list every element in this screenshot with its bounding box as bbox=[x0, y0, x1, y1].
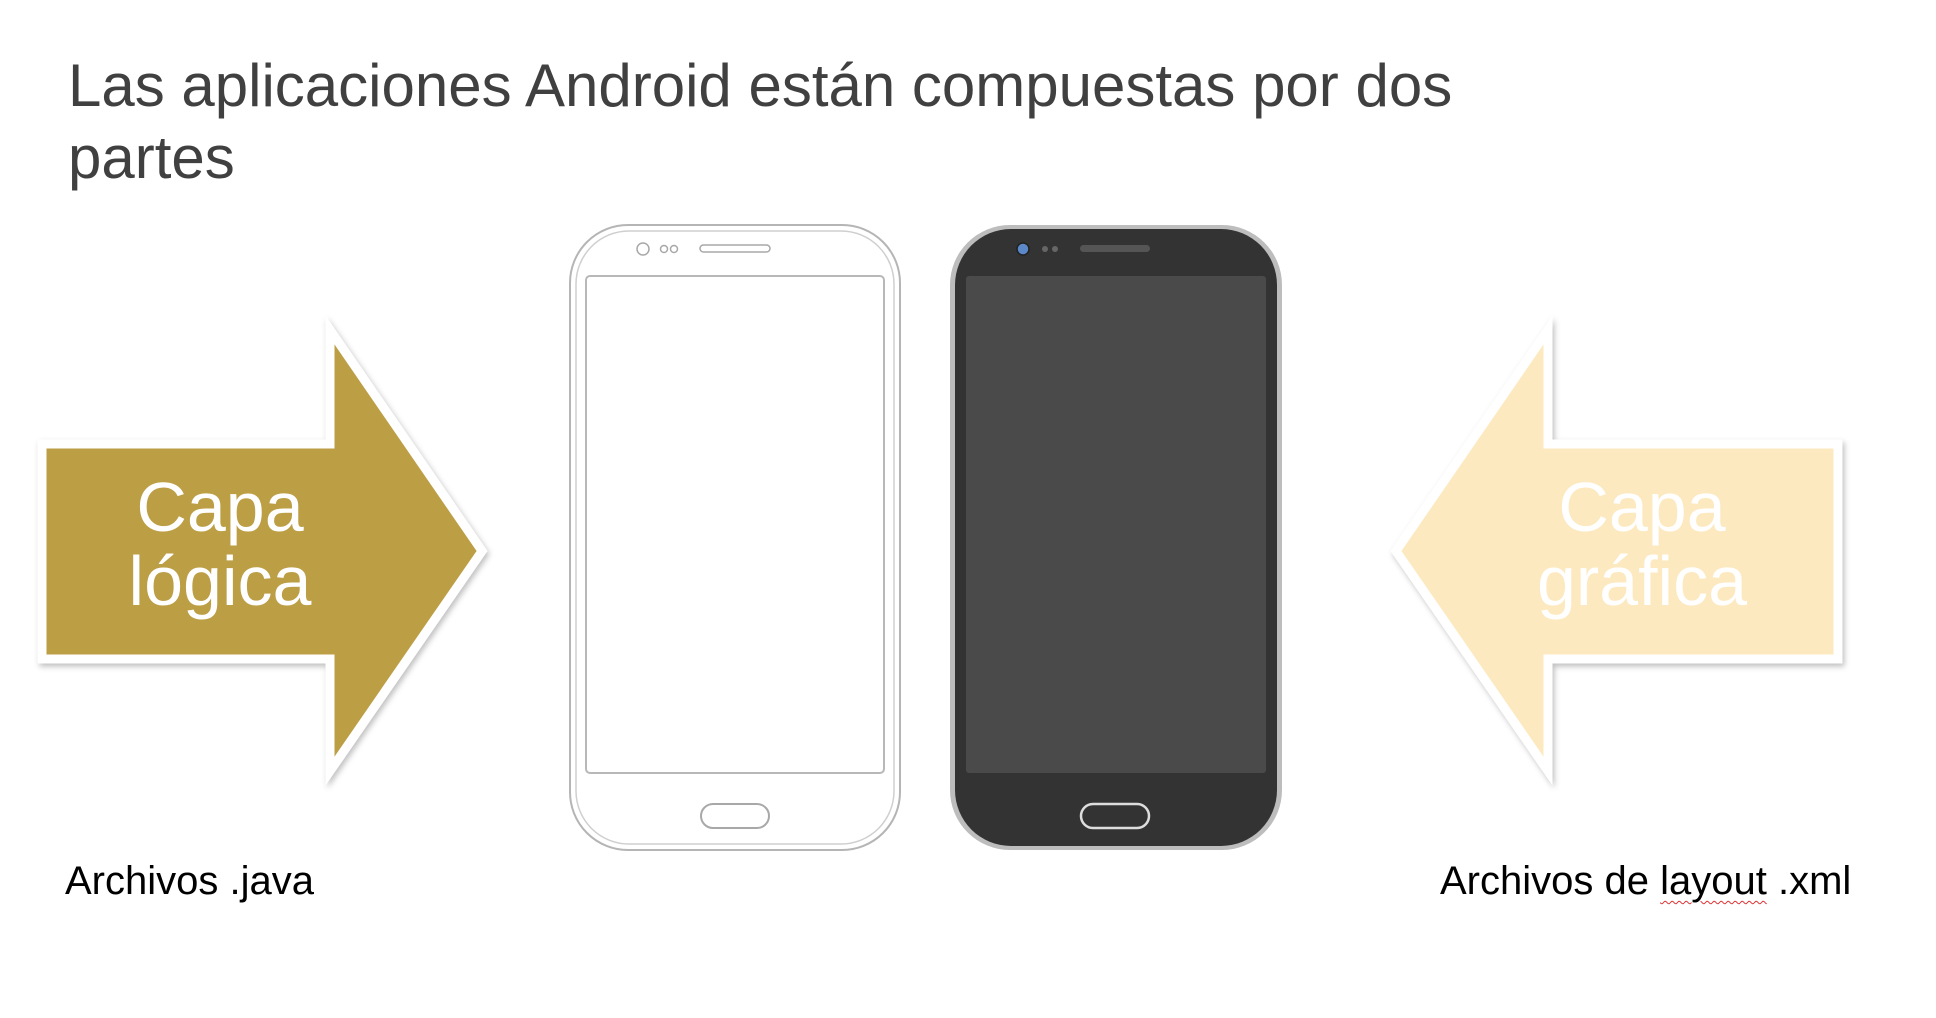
graphic-layer-label-line-1: Capa bbox=[1558, 468, 1726, 546]
graphic-layer-label-line-2: gráfica bbox=[1536, 542, 1748, 620]
layout-files-caption-suffix: .xml bbox=[1766, 859, 1852, 903]
java-files-caption: Archivos .java bbox=[65, 859, 314, 903]
outline-smartphone-icon bbox=[569, 224, 901, 851]
logic-layer-label: Capa lógica bbox=[60, 470, 380, 618]
dark-smartphone-icon bbox=[950, 225, 1282, 850]
logic-layer-label-line-2: lógica bbox=[128, 542, 312, 620]
layout-files-caption: Archivos de layout .xml bbox=[1440, 857, 1851, 905]
layout-word-spellcheck: layout bbox=[1660, 859, 1767, 903]
graphic-layer-label: Capa gráfica bbox=[1482, 470, 1802, 618]
logic-layer-label-line-1: Capa bbox=[136, 468, 304, 546]
layout-files-caption-prefix: Archivos de bbox=[1440, 859, 1661, 903]
